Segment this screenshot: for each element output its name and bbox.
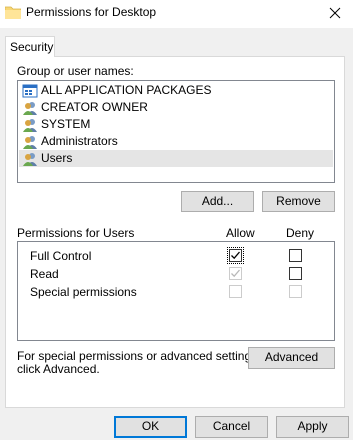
permission-name: Read [30,267,59,281]
ok-button[interactable]: OK [114,416,187,438]
advanced-text-line1: For special permissions or advanced sett… [17,349,261,363]
permissions-list: Full Control Read Special permissions [17,241,335,341]
permissions-header: Permissions for Users [17,226,135,240]
list-item-label: ALL APPLICATION PACKAGES [41,83,212,97]
permission-row: Read [18,265,334,283]
group-user-list[interactable]: ALL APPLICATION PACKAGES CREATOR OWNER S… [17,80,335,183]
users-icon [23,136,37,149]
permission-row: Full Control [18,247,334,265]
deny-header: Deny [286,226,315,240]
checkmark-icon [231,269,240,278]
cancel-button[interactable]: Cancel [195,416,268,438]
tab-label: Security [10,40,54,54]
permission-row: Special permissions [18,283,334,301]
list-item-label: Administrators [41,134,118,148]
allow-checkbox-read [229,267,242,280]
title-bar: Permissions for Desktop [0,0,353,28]
deny-checkbox-full-control[interactable] [289,249,302,262]
close-icon[interactable] [322,3,348,23]
list-item[interactable]: SYSTEM [19,116,333,133]
checkmark-icon [231,251,240,260]
list-item[interactable]: ALL APPLICATION PACKAGES [19,82,333,99]
users-icon [23,119,37,132]
users-icon [23,153,37,166]
allow-checkbox-special [229,285,242,298]
deny-checkbox-read[interactable] [289,267,302,280]
deny-checkbox-special [289,285,302,298]
window-title: Permissions for Desktop [26,5,157,19]
app-packages-icon [22,84,38,98]
folder-icon [5,6,21,19]
add-button[interactable]: Add... [181,191,254,212]
list-item[interactable]: Administrators [19,133,333,150]
advanced-button[interactable]: Advanced [248,347,335,369]
apply-button[interactable]: Apply [276,416,349,438]
permission-name: Special permissions [30,285,137,299]
list-item-selected[interactable]: Users [19,150,333,167]
tab-security[interactable]: Security [5,36,55,57]
group-names-label: Group or user names: [17,64,134,78]
list-item[interactable]: CREATOR OWNER [19,99,333,116]
allow-checkbox-full-control[interactable] [227,247,244,264]
advanced-text-line2: click Advanced. [17,362,100,376]
permission-name: Full Control [30,249,92,263]
list-item-label: CREATOR OWNER [41,100,148,114]
list-item-label: Users [41,151,73,165]
list-item-label: SYSTEM [41,117,91,131]
allow-header: Allow [226,226,255,240]
remove-button[interactable]: Remove [262,191,335,212]
users-icon [23,102,37,115]
